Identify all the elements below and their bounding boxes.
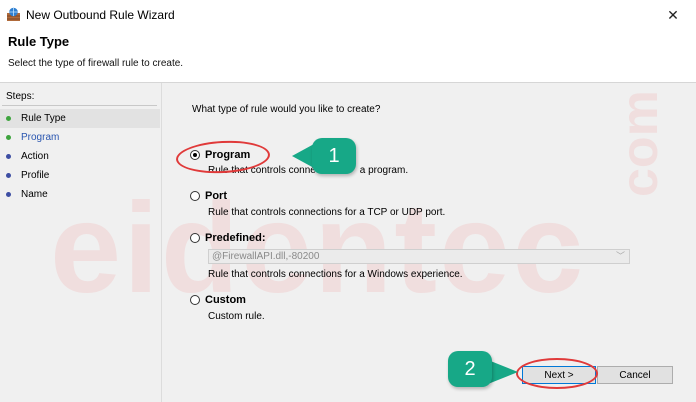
window-title: New Outbound Rule Wizard	[26, 8, 175, 22]
step-dot-icon	[6, 173, 11, 178]
radio-indicator[interactable]	[190, 295, 200, 305]
main-content: What type of rule would you like to crea…	[162, 83, 696, 402]
page-header: Rule Type Select the type of firewall ru…	[0, 30, 696, 83]
wizard-window: New Outbound Rule Wizard ✕ Rule Type Sel…	[0, 0, 696, 402]
page-subtitle: Select the type of firewall rule to crea…	[8, 58, 184, 69]
step-label: Name	[21, 189, 48, 200]
step-rule-type[interactable]: Rule Type	[0, 109, 160, 128]
close-icon: ✕	[667, 6, 679, 23]
custom-description: Custom rule.	[208, 311, 265, 322]
radio-indicator[interactable]	[190, 191, 200, 201]
steps-panel: Steps: Rule Type Program Action Profile …	[0, 83, 162, 402]
firewall-icon	[7, 7, 20, 21]
chevron-down-icon: ﹀	[615, 251, 625, 261]
question-text: What type of rule would you like to crea…	[192, 104, 381, 115]
steps-divider	[2, 105, 157, 106]
predefined-select[interactable]: @FirewallAPI.dll,-80200 ﹀	[208, 249, 630, 264]
step-dot-icon	[6, 135, 11, 140]
cancel-button[interactable]: Cancel	[597, 366, 673, 384]
page-title: Rule Type	[8, 34, 70, 49]
step-dot-icon	[6, 154, 11, 159]
step-action[interactable]: Action	[0, 147, 160, 166]
step-dot-icon	[6, 192, 11, 197]
title-bar: New Outbound Rule Wizard ✕	[0, 0, 696, 30]
step-label: Rule Type	[21, 113, 66, 124]
steps-label: Steps:	[6, 91, 35, 102]
callout-pointer-1	[292, 144, 314, 168]
step-profile[interactable]: Profile	[0, 166, 160, 185]
radio-label: Custom	[205, 294, 246, 306]
step-dot-icon	[6, 116, 11, 121]
radio-label: Predefined:	[205, 232, 266, 244]
step-label: Program	[21, 132, 60, 143]
step-label: Profile	[21, 170, 50, 181]
port-description: Rule that controls connections for a TCP…	[208, 207, 446, 218]
callout-badge-2: 2	[448, 351, 492, 387]
radio-indicator[interactable]	[190, 233, 200, 243]
radio-predefined[interactable]: Predefined:	[190, 232, 266, 244]
close-button[interactable]: ✕	[650, 0, 696, 30]
step-program[interactable]: Program	[0, 128, 160, 147]
step-name[interactable]: Name	[0, 185, 160, 204]
radio-port[interactable]: Port	[190, 190, 227, 202]
radio-custom[interactable]: Custom	[190, 294, 246, 306]
callout-pointer-2	[488, 360, 518, 384]
highlight-ring-next	[516, 358, 598, 389]
callout-badge-1: 1	[312, 138, 356, 174]
predefined-description: Rule that controls connections for a Win…	[208, 269, 463, 280]
radio-label: Port	[205, 190, 227, 202]
predefined-select-value: @FirewallAPI.dll,-80200	[212, 251, 320, 262]
step-label: Action	[21, 151, 49, 162]
